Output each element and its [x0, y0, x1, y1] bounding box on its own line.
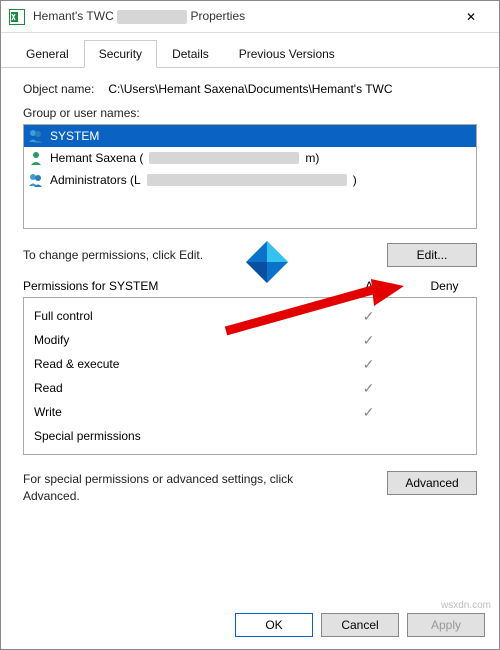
group-item-user[interactable]: Hemant Saxena ( m)	[24, 147, 476, 169]
perm-name: Modify	[34, 333, 336, 347]
group-listbox[interactable]: SYSTEM Hemant Saxena ( m) Administrators…	[23, 124, 477, 229]
admin-name-redacted	[147, 174, 347, 186]
group-item-label-suffix: m)	[305, 151, 319, 165]
ok-button[interactable]: OK	[235, 613, 313, 637]
edit-hint-text: To change permissions, click Edit.	[23, 248, 203, 262]
group-item-system[interactable]: SYSTEM	[24, 125, 476, 147]
perm-row-full-control: Full control ✓	[24, 304, 476, 328]
group-item-label-suffix: )	[353, 173, 357, 187]
perm-name: Write	[34, 405, 336, 419]
object-name-label: Object name:	[23, 82, 94, 96]
perm-name: Full control	[34, 309, 336, 323]
perm-row-read-execute: Read & execute ✓	[24, 352, 476, 376]
group-item-label: Hemant Saxena (	[50, 151, 143, 165]
group-item-label: Administrators (L	[50, 173, 141, 187]
group-item-administrators[interactable]: Administrators (L )	[24, 169, 476, 191]
user-email-redacted	[149, 152, 299, 164]
check-icon: ✓	[336, 404, 401, 421]
tab-strip: General Security Details Previous Versio…	[1, 33, 499, 68]
check-icon: ✓	[336, 356, 401, 373]
tab-security[interactable]: Security	[84, 40, 157, 68]
object-name-value: C:\Users\Hemant Saxena\Documents\Hemant'…	[108, 82, 477, 96]
watermark-text: wsxdn.com	[441, 600, 491, 611]
cancel-button[interactable]: Cancel	[321, 613, 399, 637]
advanced-button[interactable]: Advanced	[387, 471, 477, 495]
allow-column-header: Allow	[347, 279, 412, 293]
group-item-label: SYSTEM	[50, 129, 99, 143]
edit-hint-row: To change permissions, click Edit. Edit.…	[23, 243, 477, 267]
tab-details[interactable]: Details	[157, 40, 224, 68]
tab-general[interactable]: General	[11, 40, 84, 68]
title-redacted	[117, 10, 187, 24]
titlebar: Hemant's TWC Properties ✕	[1, 1, 499, 33]
check-icon: ✓	[336, 380, 401, 397]
window-title: Hemant's TWC Properties	[33, 9, 451, 24]
object-name-row: Object name: C:\Users\Hemant Saxena\Docu…	[23, 82, 477, 96]
close-button[interactable]: ✕	[451, 1, 491, 33]
advanced-row: For special permissions or advanced sett…	[23, 471, 477, 505]
excel-file-icon	[9, 9, 25, 25]
perm-row-read: Read ✓	[24, 376, 476, 400]
group-or-user-label: Group or user names:	[23, 106, 477, 120]
close-icon: ✕	[466, 10, 476, 24]
security-panel: Object name: C:\Users\Hemant Saxena\Docu…	[1, 68, 499, 513]
perm-name: Read & execute	[34, 357, 336, 371]
title-suffix: Properties	[190, 9, 245, 23]
check-icon: ✓	[336, 332, 401, 349]
dialog-button-row: OK Cancel Apply	[235, 613, 485, 637]
perm-row-special: Special permissions	[24, 424, 476, 448]
perm-row-write: Write ✓	[24, 400, 476, 424]
permissions-list: Full control ✓ Modify ✓ Read & execute ✓…	[23, 297, 477, 455]
group-icon	[28, 128, 44, 144]
properties-dialog: Hemant's TWC Properties ✕ General Securi…	[0, 0, 500, 650]
deny-column-header: Deny	[412, 279, 477, 293]
perm-name: Read	[34, 381, 336, 395]
group-icon	[28, 172, 44, 188]
permissions-for-label: Permissions for SYSTEM	[23, 279, 347, 293]
perm-row-modify: Modify ✓	[24, 328, 476, 352]
apply-button[interactable]: Apply	[407, 613, 485, 637]
perm-name: Special permissions	[34, 429, 336, 443]
permission-header: Permissions for SYSTEM Allow Deny	[23, 279, 477, 293]
title-prefix: Hemant's TWC	[33, 9, 114, 23]
user-icon	[28, 150, 44, 166]
check-icon: ✓	[336, 308, 401, 325]
edit-button[interactable]: Edit...	[387, 243, 477, 267]
tab-previous-versions[interactable]: Previous Versions	[224, 40, 350, 68]
advanced-hint-text: For special permissions or advanced sett…	[23, 471, 303, 505]
